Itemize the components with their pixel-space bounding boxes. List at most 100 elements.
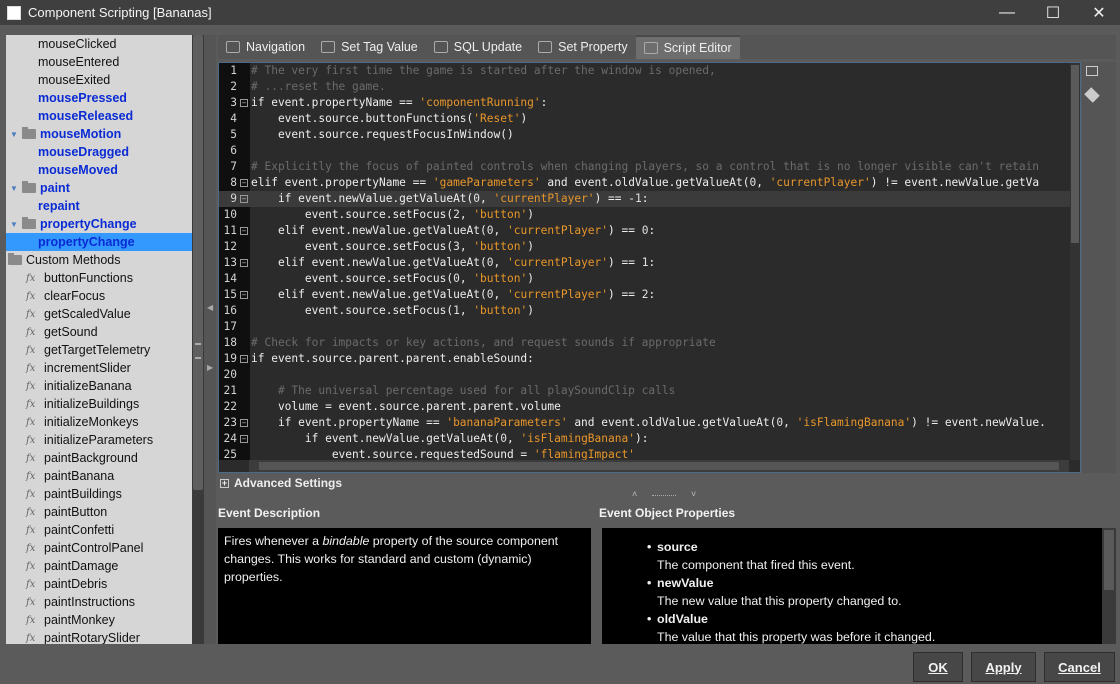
code-token: event.source.setFocus( — [251, 208, 454, 221]
panel-divider[interactable]: ◀ ▶ — [204, 35, 216, 644]
tree-method-item[interactable]: fx paintRotarySlider — [6, 629, 192, 644]
tree-event-item[interactable]: mouseEntered — [6, 53, 192, 71]
tab-script-editor[interactable]: Script Editor — [635, 35, 740, 59]
tree-method-item[interactable]: fx paintMonkey — [6, 611, 192, 629]
code-line[interactable]: 2 # ...reset the game. — [219, 79, 1070, 95]
tree-event-item[interactable]: mouseReleased — [6, 107, 192, 125]
fold-toggle-icon[interactable]: − — [240, 179, 248, 187]
collapse-left-icon[interactable]: ◀ — [207, 303, 213, 312]
code-line[interactable]: 16 event.source.setFocus(1, 'button') — [219, 303, 1070, 319]
tab-sql-update[interactable]: SQL Update — [426, 35, 530, 59]
code-line[interactable]: 19− if event.source.parent.parent.enableS… — [219, 351, 1070, 367]
tree-method-item[interactable]: fx paintBuildings — [6, 485, 192, 503]
code-line[interactable]: 3− if event.propertyName == 'componentRun… — [219, 95, 1070, 111]
minimize-icon[interactable]: — — [984, 0, 1030, 25]
code-line[interactable]: 21 # The universal percentage used for a… — [219, 383, 1070, 399]
code-line[interactable]: 10 event.source.setFocus(2, 'button') — [219, 207, 1070, 223]
code-line[interactable]: 11− elif event.newValue.getValueAt(0, 'c… — [219, 223, 1070, 239]
tree-event-item[interactable]: mouseExited — [6, 71, 192, 89]
fold-toggle-icon[interactable]: − — [240, 291, 248, 299]
tree-event-item[interactable]: mouseClicked — [6, 35, 192, 53]
properties-scrollbar[interactable] — [1102, 528, 1116, 644]
tree-method-item[interactable]: fx paintButton — [6, 503, 192, 521]
cancel-button[interactable]: Cancel — [1044, 652, 1115, 682]
tab-set-property[interactable]: Set Property — [530, 35, 635, 59]
fold-toggle-icon[interactable]: − — [240, 195, 248, 203]
code-line[interactable]: 7 # Explicitly the focus of painted contr… — [219, 159, 1070, 175]
fold-toggle-icon[interactable]: − — [240, 435, 248, 443]
tree-event-item[interactable]: repaint — [6, 197, 192, 215]
tree-method-item[interactable]: fx paintControlPanel — [6, 539, 192, 557]
tree-event-item[interactable]: mouseDragged — [6, 143, 192, 161]
tree-method-item[interactable]: fx initializeParameters — [6, 431, 192, 449]
vertical-splitter[interactable]: ˄ ˅ — [216, 489, 1116, 502]
code-line[interactable]: 8− elif event.propertyName == 'gameParame… — [219, 175, 1070, 191]
tree-folder-item[interactable]: ▼ propertyChange — [6, 215, 192, 233]
tree-event-item[interactable]: Custom Methods — [6, 251, 192, 269]
code-line[interactable]: 20 — [219, 367, 1070, 383]
ok-button[interactable]: OK — [913, 652, 963, 682]
apply-button[interactable]: Apply — [971, 652, 1036, 682]
tree-method-item[interactable]: fx clearFocus — [6, 287, 192, 305]
code-line[interactable]: 23− if event.propertyName == 'bananaPara… — [219, 415, 1070, 431]
editor-horizontal-scrollbar[interactable] — [249, 460, 1069, 472]
tree-method-item[interactable]: fx paintInstructions — [6, 593, 192, 611]
fold-toggle-icon[interactable]: − — [240, 227, 248, 235]
expand-plus-icon[interactable]: + — [220, 478, 229, 488]
advanced-settings-toggle[interactable]: + Advanced Settings — [218, 475, 1116, 491]
tree-method-item[interactable]: fx initializeMonkeys — [6, 413, 192, 431]
fold-toggle-icon[interactable]: − — [240, 259, 248, 267]
tree-event-item[interactable]: propertyChange — [6, 233, 192, 251]
tree-method-item[interactable]: fx initializeBanana — [6, 377, 192, 395]
fold-toggle-icon[interactable]: − — [240, 99, 248, 107]
tree-folder-item[interactable]: ▼ paint — [6, 179, 192, 197]
tree-method-item[interactable]: fx getSound — [6, 323, 192, 341]
code-line[interactable]: 13− elif event.newValue.getValueAt(0, 'c… — [219, 255, 1070, 271]
tree-event-item[interactable]: mousePressed — [6, 89, 192, 107]
code-line[interactable]: 18 # Check for impacts or key actions, an… — [219, 335, 1070, 351]
code-line[interactable]: 14 event.source.setFocus(0, 'button') — [219, 271, 1070, 287]
function-icon: fx — [26, 488, 36, 500]
code-line[interactable]: 24− if event.newValue.getValueAt(0, 'isF… — [219, 431, 1070, 447]
script-editor[interactable]: 1 # The very first time the game is start… — [218, 62, 1081, 473]
fold-toggle-icon[interactable]: − — [240, 355, 248, 363]
splitter-up-icon[interactable]: ˄ — [632, 489, 637, 499]
close-icon[interactable]: ✕ — [1076, 0, 1120, 25]
editor-vertical-scrollbar[interactable] — [1070, 63, 1080, 460]
splitter-down-icon[interactable]: ˅ — [691, 489, 696, 499]
code-line[interactable]: 1 # The very first time the game is start… — [219, 63, 1070, 79]
tree-method-item[interactable]: fx paintDebris — [6, 575, 192, 593]
code-line[interactable]: 4 event.source.buttonFunctions('Reset') — [219, 111, 1070, 127]
tree-method-item[interactable]: fx paintDamage — [6, 557, 192, 575]
tree-scrollbar[interactable] — [192, 35, 204, 644]
outline-icon[interactable] — [1086, 66, 1098, 76]
code-line[interactable]: 22 volume = event.source.parent.parent.v… — [219, 399, 1070, 415]
tree-method-item[interactable]: fx initializeBuildings — [6, 395, 192, 413]
expand-caret-icon[interactable]: ▼ — [10, 130, 20, 139]
tree-event-item[interactable]: mouseMoved — [6, 161, 192, 179]
code-line[interactable]: 9− if event.newValue.getValueAt(0, 'curr… — [219, 191, 1070, 207]
code-line[interactable]: 17 — [219, 319, 1070, 335]
fold-toggle-icon[interactable]: − — [240, 419, 248, 427]
tree-method-item[interactable]: fx paintBanana — [6, 467, 192, 485]
app-icon — [7, 5, 21, 20]
tree-method-item[interactable]: fx getScaledValue — [6, 305, 192, 323]
code-line[interactable]: 6 — [219, 143, 1070, 159]
tab-navigation[interactable]: Navigation — [218, 35, 313, 59]
code-line[interactable]: 5 event.source.requestFocusInWindow() — [219, 127, 1070, 143]
tree-method-item[interactable]: fx incrementSlider — [6, 359, 192, 377]
tree-method-item[interactable]: fx buttonFunctions — [6, 269, 192, 287]
tag-icon[interactable] — [1084, 87, 1100, 103]
tab-set-tag-value[interactable]: Set Tag Value — [313, 35, 426, 59]
code-line[interactable]: 15− elif event.newValue.getValueAt(0, 'c… — [219, 287, 1070, 303]
expand-caret-icon[interactable]: ▼ — [10, 184, 20, 193]
code-line[interactable]: 12 event.source.setFocus(3, 'button') — [219, 239, 1070, 255]
tree-method-item[interactable]: fx paintConfetti — [6, 521, 192, 539]
tree-method-item[interactable]: fx paintBackground — [6, 449, 192, 467]
maximize-icon[interactable]: ☐ — [1030, 0, 1076, 25]
tree-method-item[interactable]: fx getTargetTelemetry — [6, 341, 192, 359]
expand-right-icon[interactable]: ▶ — [207, 363, 213, 372]
code-token: 3 — [453, 240, 460, 253]
expand-caret-icon[interactable]: ▼ — [10, 220, 20, 229]
tree-folder-item[interactable]: ▼ mouseMotion — [6, 125, 192, 143]
